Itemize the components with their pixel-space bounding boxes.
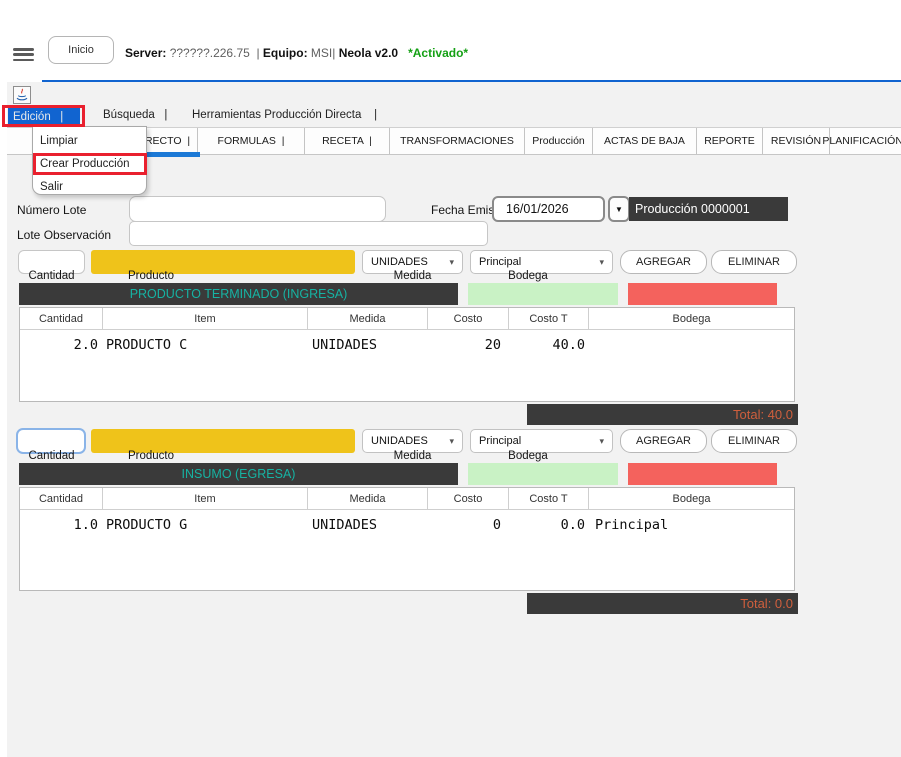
inicio-button[interactable]: Inicio xyxy=(48,36,114,64)
table-header: Cantidad Item Medida Costo Costo T Bodeg… xyxy=(20,308,794,330)
server-status-line: Server: ??????.226.75 | Equipo: MSI| Neo… xyxy=(125,46,468,60)
tab-formulas[interactable]: FORMULAS | xyxy=(198,128,305,154)
cell-cantidad: 2.0 xyxy=(20,335,103,355)
cell-item: PRODUCTO G xyxy=(103,515,308,535)
lote-observacion-label: Lote Observación xyxy=(17,228,111,242)
tab-reporte[interactable]: REPORTE xyxy=(697,128,763,154)
ingresa-color-block-2 xyxy=(468,463,618,485)
java-icon xyxy=(13,86,31,104)
bodega-select-value-1: Principal xyxy=(479,256,521,268)
col-medida: Medida xyxy=(308,308,428,329)
total-bar-egresa: Total: 0.0 xyxy=(527,593,798,614)
egresa-color-block-2 xyxy=(628,463,777,485)
equipo-label: Equipo: xyxy=(260,46,308,60)
cell-cantidad: 1.0 xyxy=(20,515,103,535)
tab-transformaciones[interactable]: TRANSFORMACIONES xyxy=(390,128,525,154)
tab-receta[interactable]: RECETA | xyxy=(305,128,390,154)
bodega-select-value-2: Principal xyxy=(479,435,521,447)
tab-revision[interactable]: REVISIÓN xyxy=(763,128,830,154)
section-banner-insumo: INSUMO (EGRESA) xyxy=(19,463,458,485)
cell-medida: UNIDADES xyxy=(308,515,428,535)
cantidad-label-2: Cantidad xyxy=(18,450,85,462)
annotation-box-crear-produccion xyxy=(33,153,147,175)
app-window: EMPRESA ABC SA ( EMPRESA ABC SA ) - 1234… xyxy=(0,0,901,757)
cell-costo: 0 xyxy=(428,515,509,535)
app-version: Neola v2.0 xyxy=(335,46,398,60)
tab-produccion[interactable]: Producción xyxy=(525,128,593,154)
equipo-value: MSI| xyxy=(308,46,336,60)
server-label: Server: xyxy=(125,46,166,60)
lote-observacion-input[interactable] xyxy=(129,221,488,246)
producto-label-1: Producto xyxy=(128,270,174,282)
total-bar-ingresa: Total: 40.0 xyxy=(527,404,798,425)
medida-select-value-2: UNIDADES xyxy=(371,435,428,447)
hamburger-menu-icon[interactable] xyxy=(13,48,34,61)
menu-busqueda[interactable]: Búsqueda | xyxy=(103,109,167,121)
medida-label-2: Medida xyxy=(362,450,463,462)
cell-costo-t: 40.0 xyxy=(509,335,589,355)
col-costo: Costo xyxy=(428,308,509,329)
calendar-dropdown-icon[interactable]: ▼ xyxy=(608,196,630,222)
produccion-number-badge: Producción 0000001 xyxy=(629,197,788,221)
col-costo-t: Costo T xyxy=(509,488,589,509)
cell-costo: 20 xyxy=(428,335,509,355)
producto-label-2: Producto xyxy=(128,450,174,462)
chevron-down-icon: ▾ xyxy=(449,436,454,447)
col-bodega: Bodega xyxy=(589,308,794,329)
eliminar-button-1[interactable]: ELIMINAR xyxy=(711,250,797,274)
bodega-label-1: Bodega xyxy=(470,270,586,282)
numero-lote-label: Número Lote xyxy=(17,203,86,217)
cell-medida: UNIDADES xyxy=(308,335,428,355)
col-costo: Costo xyxy=(428,488,509,509)
tab-planificacion[interactable]: PLANIFICACIÓN | xyxy=(830,128,901,154)
table-row[interactable]: 1.0 PRODUCTO G UNIDADES 0 0.0 Principal xyxy=(20,515,794,535)
cell-bodega: Principal xyxy=(589,515,794,535)
medida-select-value-1: UNIDADES xyxy=(371,256,428,268)
chevron-down-icon: ▾ xyxy=(449,257,454,268)
table-row[interactable]: 2.0 PRODUCTO C UNIDADES 20 40.0 xyxy=(20,335,794,355)
fecha-emision-input[interactable]: 16/01/2026 xyxy=(492,196,605,222)
ingresa-color-block xyxy=(468,283,618,305)
menu-item-salir[interactable]: Salir xyxy=(40,181,63,193)
col-item: Item xyxy=(103,308,308,329)
cell-item: PRODUCTO C xyxy=(103,335,308,355)
table-header: Cantidad Item Medida Costo Costo T Bodeg… xyxy=(20,488,794,510)
agregar-button-1[interactable]: AGREGAR xyxy=(620,250,707,274)
section-banner-producto-terminado: PRODUCTO TERMINADO (INGRESA) xyxy=(19,283,458,305)
col-costo-t: Costo T xyxy=(509,308,589,329)
producto-terminado-table[interactable]: Cantidad Item Medida Costo Costo T Bodeg… xyxy=(19,307,795,402)
bodega-label-2: Bodega xyxy=(470,450,586,462)
eliminar-button-2[interactable]: ELIMINAR xyxy=(711,429,797,453)
annotation-box-edicion xyxy=(2,105,85,127)
menu-herramientas[interactable]: Herramientas Producción Directa | xyxy=(192,109,377,121)
col-medida: Medida xyxy=(308,488,428,509)
col-cantidad: Cantidad xyxy=(20,488,103,509)
numero-lote-input[interactable] xyxy=(129,196,386,222)
cell-bodega xyxy=(589,335,794,355)
col-bodega: Bodega xyxy=(589,488,794,509)
cell-costo-t: 0.0 xyxy=(509,515,589,535)
col-item: Item xyxy=(103,488,308,509)
tab-produccion-directo[interactable]: RECTO | xyxy=(138,128,198,154)
chevron-down-icon: ▾ xyxy=(599,436,604,447)
agregar-button-2[interactable]: AGREGAR xyxy=(620,429,707,453)
cantidad-label-1: Cantidad xyxy=(18,270,85,282)
tab-actas-de-baja[interactable]: ACTAS DE BAJA xyxy=(593,128,697,154)
egresa-color-block xyxy=(628,283,777,305)
chevron-down-icon: ▾ xyxy=(599,257,604,268)
medida-label-1: Medida xyxy=(362,270,463,282)
col-cantidad: Cantidad xyxy=(20,308,103,329)
insumo-table[interactable]: Cantidad Item Medida Costo Costo T Bodeg… xyxy=(19,487,795,591)
server-value: ??????.226.75 | xyxy=(166,46,259,60)
active-tab-indicator xyxy=(138,152,200,157)
menu-item-limpiar[interactable]: Limpiar xyxy=(40,135,78,147)
status-activado: *Activado* xyxy=(398,46,468,60)
